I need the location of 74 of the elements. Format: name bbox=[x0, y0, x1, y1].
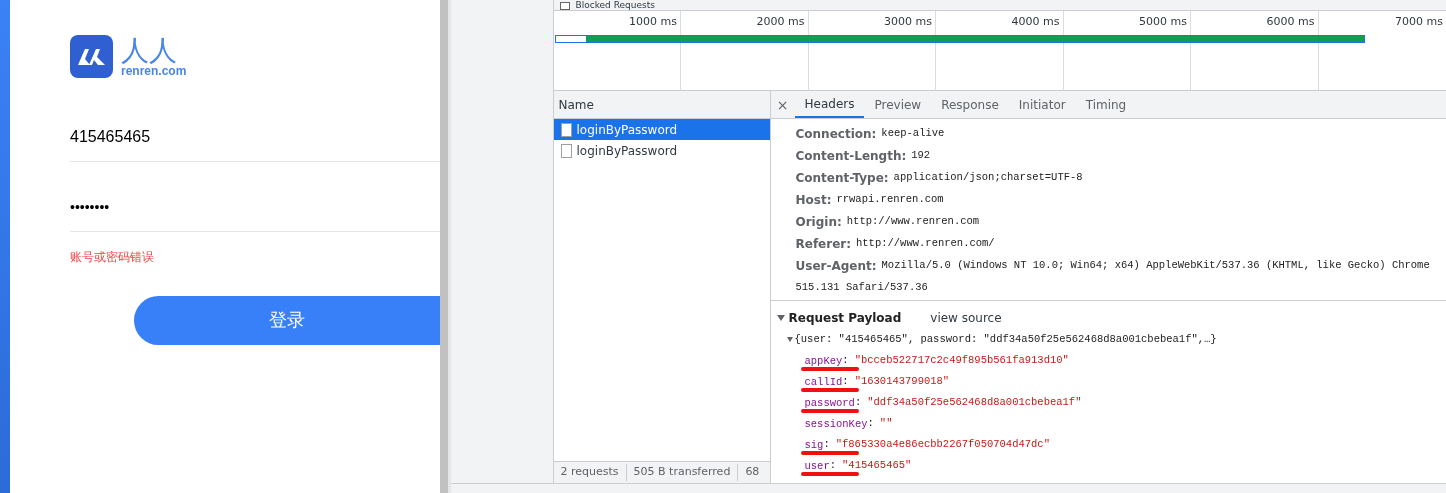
payload-value: "ddf34a50f25e562468d8a001cbebea1f" bbox=[867, 394, 1082, 410]
underline-mark bbox=[800, 409, 859, 413]
blocked-requests-label: Blocked Requests bbox=[575, 0, 655, 10]
payload-key: appKey bbox=[804, 354, 843, 367]
timeline-tick: 6000 ms bbox=[1266, 13, 1315, 30]
status-text: 505 B transferred bbox=[625, 464, 738, 481]
header-name: User-Agent: bbox=[795, 258, 877, 275]
account-field[interactable]: 415465465 bbox=[70, 112, 440, 162]
header-value: rrwapi.renren.com bbox=[836, 192, 944, 208]
underline-mark bbox=[800, 451, 859, 455]
timeline-tick: 1000 ms bbox=[629, 13, 677, 30]
payload-value: "" bbox=[879, 415, 893, 431]
timeline-tick: 5000 ms bbox=[1139, 13, 1187, 30]
header-value: http://www.renren.com bbox=[846, 214, 980, 230]
header-value: 515.131 Safari/537.36 bbox=[795, 280, 928, 296]
header-value: 192 bbox=[911, 148, 931, 164]
column-header: Name bbox=[558, 96, 594, 114]
header-name: Connection: bbox=[795, 126, 877, 143]
header-value: application/json;charset=UTF-8 bbox=[893, 170, 1083, 186]
underline-mark bbox=[800, 472, 859, 476]
header-value: http://www.renren.com/ bbox=[856, 236, 995, 252]
expand-arrow-icon[interactable] bbox=[776, 315, 785, 321]
header-name: Content-Length: bbox=[795, 148, 907, 165]
detail-tab[interactable]: Preview bbox=[864, 91, 932, 118]
colon: : bbox=[842, 373, 849, 389]
request-row[interactable]: loginByPassword bbox=[553, 119, 770, 140]
timeline-tick: 3000 ms bbox=[884, 13, 932, 30]
scrollbar[interactable] bbox=[440, 0, 451, 493]
timeline-tick: 2000 ms bbox=[756, 13, 805, 30]
payload-summary: {user: "415465465", password: "ddf34a50f25e562468d8a001cbebea1f",…} bbox=[794, 331, 1217, 347]
colon: : bbox=[867, 415, 874, 431]
password-field[interactable]: •••••••• bbox=[70, 182, 440, 232]
close-button[interactable]: × bbox=[770, 93, 795, 116]
request-row[interactable]: loginByPassword bbox=[553, 140, 770, 161]
logo-icon bbox=[70, 35, 113, 78]
detail-tab[interactable]: Initiator bbox=[1008, 91, 1076, 118]
error-message: 账号或密码错误 bbox=[70, 249, 155, 266]
underline-mark bbox=[800, 367, 859, 371]
login-button[interactable]: 登录 bbox=[134, 296, 440, 345]
payload-key: sessionKey bbox=[804, 417, 868, 430]
timeline-tick: 7000 ms bbox=[1395, 13, 1443, 30]
colon: : bbox=[842, 352, 849, 368]
header-name: Referer: bbox=[795, 236, 851, 253]
header-value: keep-alive bbox=[881, 126, 945, 142]
header-name: Content-Type: bbox=[795, 170, 889, 187]
timeline-tick: 4000 ms bbox=[1011, 13, 1060, 30]
status-text: 68 bbox=[737, 464, 767, 481]
header-name: Host: bbox=[795, 192, 832, 209]
detail-tab[interactable]: Response bbox=[931, 91, 1009, 118]
header-name: Origin: bbox=[795, 214, 842, 231]
logo-title: 人人 bbox=[121, 36, 178, 65]
payload-value: "bcceb522717c2c49f895b561fa913d10" bbox=[854, 352, 1069, 368]
file-icon bbox=[560, 143, 572, 158]
payload-value: "f865330a4e86ecbb2267f050704d47dc" bbox=[835, 436, 1050, 452]
logo-subtitle: renren.com bbox=[121, 64, 187, 77]
payload-value: "1630143799018" bbox=[854, 373, 950, 389]
header-value: Mozilla/5.0 (Windows NT 10.0; Win64; x64) AppleWebKit/537.36 (KHTML, like Gecko) Chrome bbox=[881, 258, 1430, 274]
checkbox[interactable] bbox=[559, 2, 570, 10]
payload-key: callId bbox=[804, 375, 843, 388]
colon: : bbox=[829, 457, 837, 473]
file-icon bbox=[560, 122, 572, 137]
payload-key: sig bbox=[804, 438, 824, 451]
colon: : bbox=[823, 436, 830, 452]
status-text: 2 requests bbox=[559, 464, 620, 481]
tree-arrow-icon[interactable] bbox=[786, 337, 793, 342]
detail-tab[interactable]: Headers bbox=[794, 91, 865, 118]
view-source-link[interactable]: view source bbox=[930, 309, 1002, 327]
payload-key: password bbox=[804, 396, 855, 409]
detail-tab[interactable]: Timing bbox=[1075, 91, 1137, 118]
section-title[interactable]: Request Payload bbox=[788, 309, 902, 327]
payload-value: "415465465" bbox=[842, 457, 912, 473]
underline-mark bbox=[800, 388, 859, 392]
colon: : bbox=[854, 394, 862, 410]
payload-key: user bbox=[804, 459, 830, 472]
